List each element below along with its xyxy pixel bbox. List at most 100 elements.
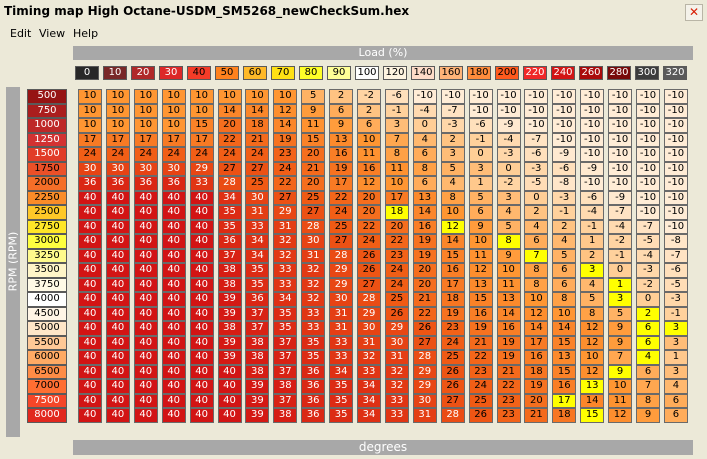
map-cell[interactable]: 1: [663, 350, 688, 365]
map-cell[interactable]: -10: [468, 89, 493, 104]
map-cell[interactable]: -10: [608, 118, 633, 133]
map-cell[interactable]: 40: [105, 393, 130, 408]
map-cell[interactable]: 30: [161, 161, 186, 176]
map-cell[interactable]: 11: [468, 248, 493, 263]
map-cell[interactable]: 24: [384, 277, 409, 292]
map-cell[interactable]: 33: [357, 364, 381, 379]
map-cell[interactable]: -10: [608, 176, 633, 191]
map-cell[interactable]: 22: [217, 132, 242, 147]
map-cell[interactable]: 5: [608, 306, 633, 321]
map-cell[interactable]: 36: [301, 379, 326, 394]
map-cell[interactable]: 33: [273, 263, 298, 278]
map-cell[interactable]: -4: [412, 103, 437, 118]
map-cell[interactable]: -1: [384, 103, 409, 118]
map-cell[interactable]: 10: [524, 292, 549, 307]
map-cell[interactable]: 5: [440, 161, 465, 176]
map-cell[interactable]: 2: [524, 205, 549, 220]
map-cell[interactable]: -4: [636, 248, 660, 263]
map-cell[interactable]: 26: [357, 263, 381, 278]
map-cell[interactable]: -6: [524, 147, 549, 162]
map-cell[interactable]: -2: [608, 234, 633, 249]
map-cell[interactable]: 38: [217, 321, 242, 336]
map-cell[interactable]: 19: [440, 306, 465, 321]
map-cell[interactable]: 0: [524, 190, 549, 205]
map-cell[interactable]: 40: [217, 364, 242, 379]
map-cell[interactable]: 17: [552, 393, 577, 408]
map-cell[interactable]: 40: [133, 306, 158, 321]
map-cell[interactable]: 4: [524, 219, 549, 234]
map-cell[interactable]: -10: [552, 132, 577, 147]
map-cell[interactable]: -10: [608, 103, 633, 118]
map-cell[interactable]: 36: [133, 176, 158, 191]
map-cell[interactable]: 29: [329, 263, 354, 278]
map-cell[interactable]: -10: [636, 176, 660, 191]
map-cell[interactable]: 22: [329, 190, 354, 205]
map-cell[interactable]: 26: [412, 321, 437, 336]
map-cell[interactable]: 15: [468, 292, 493, 307]
map-cell[interactable]: 17: [78, 132, 102, 147]
map-cell[interactable]: 2: [580, 248, 605, 263]
map-cell[interactable]: -2: [357, 89, 381, 104]
map-cell[interactable]: 40: [161, 219, 186, 234]
map-cell[interactable]: 24: [105, 147, 130, 162]
map-cell[interactable]: -3: [496, 147, 521, 162]
map-cell[interactable]: 24: [245, 147, 270, 162]
map-cell[interactable]: 20: [357, 190, 381, 205]
map-cell[interactable]: 40: [161, 408, 186, 423]
map-cell[interactable]: 27: [301, 205, 326, 220]
map-cell[interactable]: 40: [78, 190, 102, 205]
map-cell[interactable]: 40: [189, 321, 214, 336]
map-cell[interactable]: 32: [301, 277, 326, 292]
map-cell[interactable]: 23: [440, 321, 465, 336]
map-cell[interactable]: 6: [552, 277, 577, 292]
map-cell[interactable]: -10: [552, 103, 577, 118]
map-cell[interactable]: 29: [384, 321, 409, 336]
map-cell[interactable]: 38: [217, 277, 242, 292]
map-cell[interactable]: 16: [329, 147, 354, 162]
map-cell[interactable]: 40: [78, 393, 102, 408]
map-cell[interactable]: 25: [245, 176, 270, 191]
map-cell[interactable]: 33: [301, 321, 326, 336]
map-cell[interactable]: 10: [440, 205, 465, 220]
map-cell[interactable]: 10: [78, 103, 102, 118]
map-cell[interactable]: 40: [161, 321, 186, 336]
map-cell[interactable]: 40: [189, 335, 214, 350]
map-cell[interactable]: 40: [217, 393, 242, 408]
map-cell[interactable]: 33: [384, 393, 409, 408]
map-cell[interactable]: 8: [524, 263, 549, 278]
map-cell[interactable]: 40: [161, 335, 186, 350]
map-cell[interactable]: 34: [273, 292, 298, 307]
map-cell[interactable]: 33: [384, 408, 409, 423]
map-cell[interactable]: 35: [245, 277, 270, 292]
map-cell[interactable]: 17: [133, 132, 158, 147]
map-cell[interactable]: 18: [552, 408, 577, 423]
map-cell[interactable]: 6: [663, 408, 688, 423]
map-cell[interactable]: -10: [608, 132, 633, 147]
map-cell[interactable]: 24: [329, 205, 354, 220]
map-cell[interactable]: 6: [412, 147, 437, 162]
menu-view[interactable]: View: [39, 27, 65, 40]
map-cell[interactable]: 35: [301, 350, 326, 365]
map-cell[interactable]: 12: [468, 263, 493, 278]
map-cell[interactable]: 17: [524, 335, 549, 350]
map-cell[interactable]: 35: [245, 263, 270, 278]
map-cell[interactable]: 13: [329, 132, 354, 147]
map-cell[interactable]: -10: [580, 147, 605, 162]
map-cell[interactable]: 5: [496, 219, 521, 234]
map-cell[interactable]: 37: [245, 321, 270, 336]
map-cell[interactable]: 21: [524, 408, 549, 423]
map-cell[interactable]: 18: [384, 205, 409, 220]
map-cell[interactable]: -7: [663, 248, 688, 263]
map-cell[interactable]: 40: [78, 335, 102, 350]
map-cell[interactable]: -6: [468, 118, 493, 133]
map-cell[interactable]: 38: [217, 263, 242, 278]
map-cell[interactable]: 14: [217, 103, 242, 118]
map-cell[interactable]: 37: [273, 364, 298, 379]
map-cell[interactable]: 34: [245, 234, 270, 249]
map-cell[interactable]: 1: [608, 277, 633, 292]
map-cell[interactable]: 40: [78, 364, 102, 379]
map-cell[interactable]: 8: [552, 292, 577, 307]
map-cell[interactable]: 28: [357, 292, 381, 307]
map-cell[interactable]: 16: [468, 306, 493, 321]
map-cell[interactable]: 8: [636, 393, 660, 408]
